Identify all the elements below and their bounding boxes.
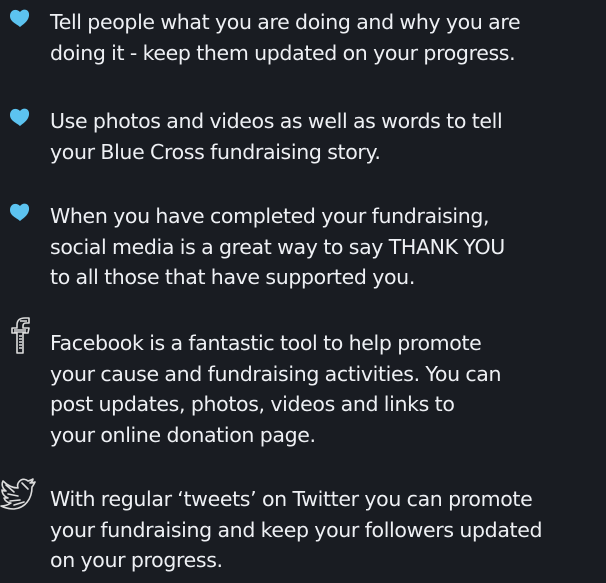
tip-text: With regular ‘tweets’ on Twitter you can… [50,487,543,572]
heart-icon [4,106,40,136]
heart-icon [4,7,40,37]
tip-text: Use photos and videos as well as words t… [50,109,503,164]
tip-text: Tell people what you are doing and why y… [50,10,521,65]
tip-text: When you have completed your fundraising… [50,204,505,289]
facebook-icon [4,316,40,354]
tip-text: Facebook is a fantastic tool to help pro… [50,331,502,447]
social-media-tips: Tell people what you are doing and why y… [0,0,606,583]
heart-icon [4,201,40,231]
twitter-bird-icon [0,477,36,510]
